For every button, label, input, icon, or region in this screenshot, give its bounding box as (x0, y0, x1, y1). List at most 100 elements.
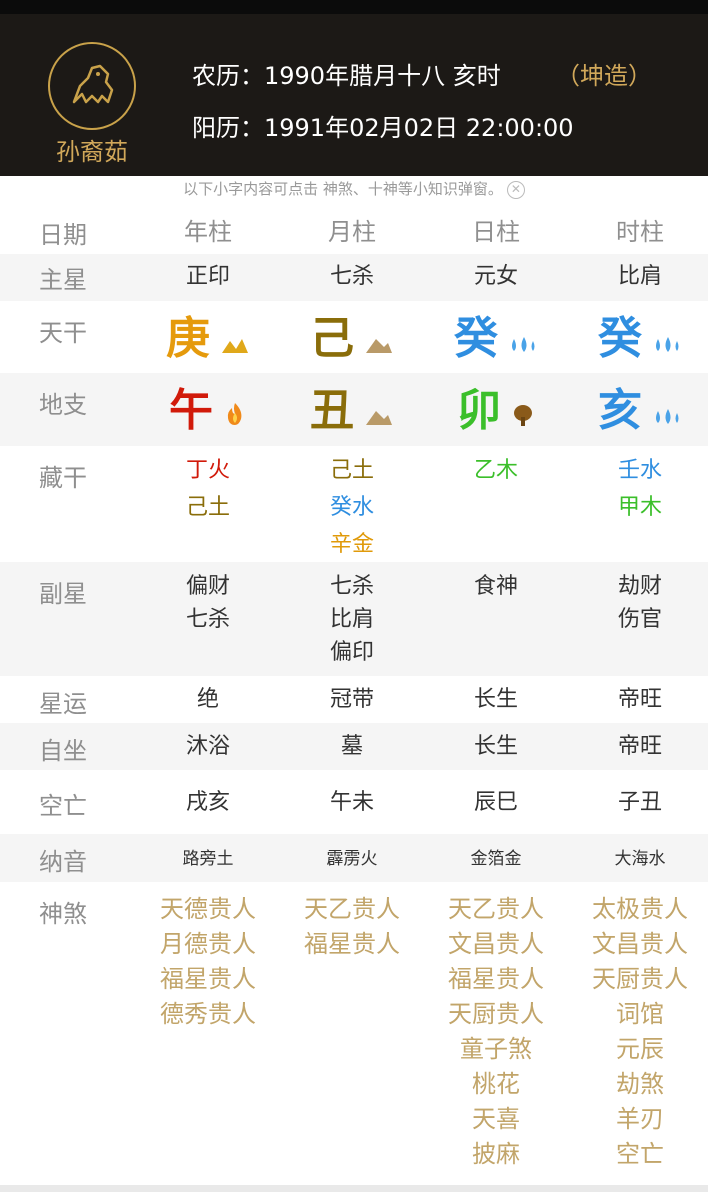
tiangan-char: 癸 (454, 313, 498, 364)
nayin-year[interactable]: 路旁土 (138, 842, 278, 876)
canggan-year[interactable]: 丁火 己土 (138, 452, 278, 526)
wood-icon (511, 377, 535, 449)
row-label: 星运 (39, 690, 87, 718)
row-label: 地支 (39, 391, 87, 419)
shensha-hour: 太极贵人 文昌贵人 天厨贵人 词馆 元辰 劫煞 羊刃 空亡 (570, 892, 708, 1172)
tiangan-hour[interactable]: 癸 (570, 303, 708, 377)
tiangan-char: 己 (310, 313, 354, 364)
tiangan-month[interactable]: 己 (282, 303, 422, 377)
dizhi-char: 亥 (598, 385, 642, 436)
shensha-item[interactable]: 劫煞 (570, 1067, 708, 1102)
fuxing-item: 七杀 (329, 574, 374, 599)
shensha-item[interactable]: 福星贵人 (138, 962, 278, 997)
nayin-month[interactable]: 霹雳火 (282, 842, 422, 876)
kongwang-month[interactable]: 午未 (282, 786, 422, 820)
shensha-item[interactable]: 福星贵人 (282, 927, 422, 962)
fuxing-item: 食神 (473, 574, 518, 599)
zhuxing-month[interactable]: 七杀 (282, 260, 422, 294)
shensha-item[interactable]: 天喜 (426, 1102, 566, 1137)
shensha-day: 天乙贵人 文昌贵人 福星贵人 天厨贵人 童子煞 桃花 天喜 披麻 (426, 892, 566, 1172)
tiangan-day[interactable]: 癸 (426, 303, 566, 377)
zizuo-hour[interactable]: 帝旺 (570, 730, 708, 764)
shensha-item[interactable]: 元辰 (570, 1032, 708, 1067)
tiangan-char: 癸 (598, 313, 642, 364)
shensha-item[interactable]: 月德贵人 (138, 927, 278, 962)
canggan-day[interactable]: 乙木 (426, 452, 566, 489)
xingyun-hour[interactable]: 帝旺 (570, 683, 708, 717)
shensha-item[interactable]: 天德贵人 (138, 892, 278, 927)
shensha-item[interactable]: 天厨贵人 (570, 962, 708, 997)
status-bar (0, 0, 708, 14)
tiangan-year[interactable]: 庚 (138, 303, 278, 377)
nayin-hour[interactable]: 大海水 (570, 842, 708, 876)
canggan-month[interactable]: 己土 癸水 辛金 (282, 452, 422, 563)
shensha-item[interactable]: 文昌贵人 (426, 927, 566, 962)
shensha-item[interactable]: 词馆 (570, 997, 708, 1032)
shensha-item[interactable]: 文昌贵人 (570, 927, 708, 962)
row-label: 神煞 (39, 900, 87, 928)
solar-date: 阳历：1991年02月02日 22:00:00 (192, 114, 574, 142)
water-icon (652, 305, 682, 377)
shensha-item[interactable]: 天乙贵人 (282, 892, 422, 927)
fuxing-hour[interactable]: 劫财 伤官 (570, 570, 708, 636)
gender-tag: （坤造） (556, 62, 652, 90)
col-year: 年柱 (184, 218, 232, 246)
avatar[interactable] (48, 42, 136, 130)
row-kongwang: 空亡 戌亥 午未 辰巳 子丑 (0, 770, 708, 834)
row-canggan: 藏干 丁火 己土 己土 癸水 辛金 乙木 壬水 甲木 (0, 446, 708, 562)
bottom-divider (0, 1185, 708, 1192)
canggan-item: 癸水 (329, 495, 374, 520)
row-label: 自坐 (39, 737, 87, 765)
close-icon[interactable]: ✕ (506, 180, 525, 199)
dizhi-char: 丑 (310, 385, 354, 436)
shensha-item[interactable]: 童子煞 (426, 1032, 566, 1067)
tip-text: 以下小字内容可点击 神煞、十神等小知识弹窗。 (183, 180, 503, 198)
shensha-item[interactable]: 福星贵人 (426, 962, 566, 997)
shensha-item[interactable]: 披麻 (426, 1137, 566, 1172)
kongwang-day[interactable]: 辰巳 (426, 786, 566, 820)
nayin-day[interactable]: 金箔金 (426, 842, 566, 876)
zizuo-year[interactable]: 沐浴 (138, 730, 278, 764)
dizhi-month[interactable]: 丑 (282, 375, 422, 449)
row-tiangan: 天干 庚 己 癸 癸 (0, 301, 708, 373)
fuxing-item: 偏印 (329, 640, 374, 665)
canggan-hour[interactable]: 壬水 甲木 (570, 452, 708, 526)
row-xingyun: 星运 绝 冠带 长生 帝旺 (0, 676, 708, 723)
canggan-item: 甲木 (617, 495, 662, 520)
row-label: 主星 (39, 266, 87, 294)
dizhi-day[interactable]: 卯 (426, 375, 566, 449)
fuxing-item: 比肩 (329, 607, 374, 632)
xingyun-month[interactable]: 冠带 (282, 683, 422, 717)
zhuxing-day[interactable]: 元女 (426, 260, 566, 294)
fuxing-day[interactable]: 食神 (426, 570, 566, 603)
shensha-item[interactable]: 德秀贵人 (138, 997, 278, 1032)
xingyun-day[interactable]: 长生 (426, 683, 566, 717)
zizuo-month[interactable]: 墓 (282, 730, 422, 764)
fuxing-year[interactable]: 偏财 七杀 (138, 570, 278, 636)
fuxing-item: 七杀 (185, 607, 230, 632)
kongwang-year[interactable]: 戌亥 (138, 786, 278, 820)
fuxing-month[interactable]: 七杀 比肩 偏印 (282, 570, 422, 669)
row-label: 天干 (39, 319, 87, 347)
shensha-item[interactable]: 太极贵人 (570, 892, 708, 927)
canggan-item: 乙木 (473, 458, 518, 483)
canggan-item: 壬水 (617, 458, 662, 483)
col-hour: 时柱 (616, 218, 664, 246)
dizhi-year[interactable]: 午 (138, 375, 278, 449)
shensha-item[interactable]: 空亡 (570, 1137, 708, 1172)
canggan-item: 辛金 (329, 532, 374, 557)
kongwang-hour[interactable]: 子丑 (570, 786, 708, 820)
zizuo-day[interactable]: 长生 (426, 730, 566, 764)
water-icon (508, 305, 538, 377)
shensha-item[interactable]: 桃花 (426, 1067, 566, 1102)
xingyun-year[interactable]: 绝 (138, 683, 278, 717)
zhuxing-year[interactable]: 正印 (138, 260, 278, 294)
shensha-item[interactable]: 天厨贵人 (426, 997, 566, 1032)
shensha-item[interactable]: 羊刃 (570, 1102, 708, 1137)
zhuxing-hour[interactable]: 比肩 (570, 260, 708, 294)
shensha-item[interactable]: 天乙贵人 (426, 892, 566, 927)
gold-icon (220, 305, 250, 377)
horse-icon (72, 64, 114, 104)
dizhi-hour[interactable]: 亥 (570, 375, 708, 449)
column-header-row: 日期 年柱 月柱 日柱 时柱 (0, 212, 708, 254)
